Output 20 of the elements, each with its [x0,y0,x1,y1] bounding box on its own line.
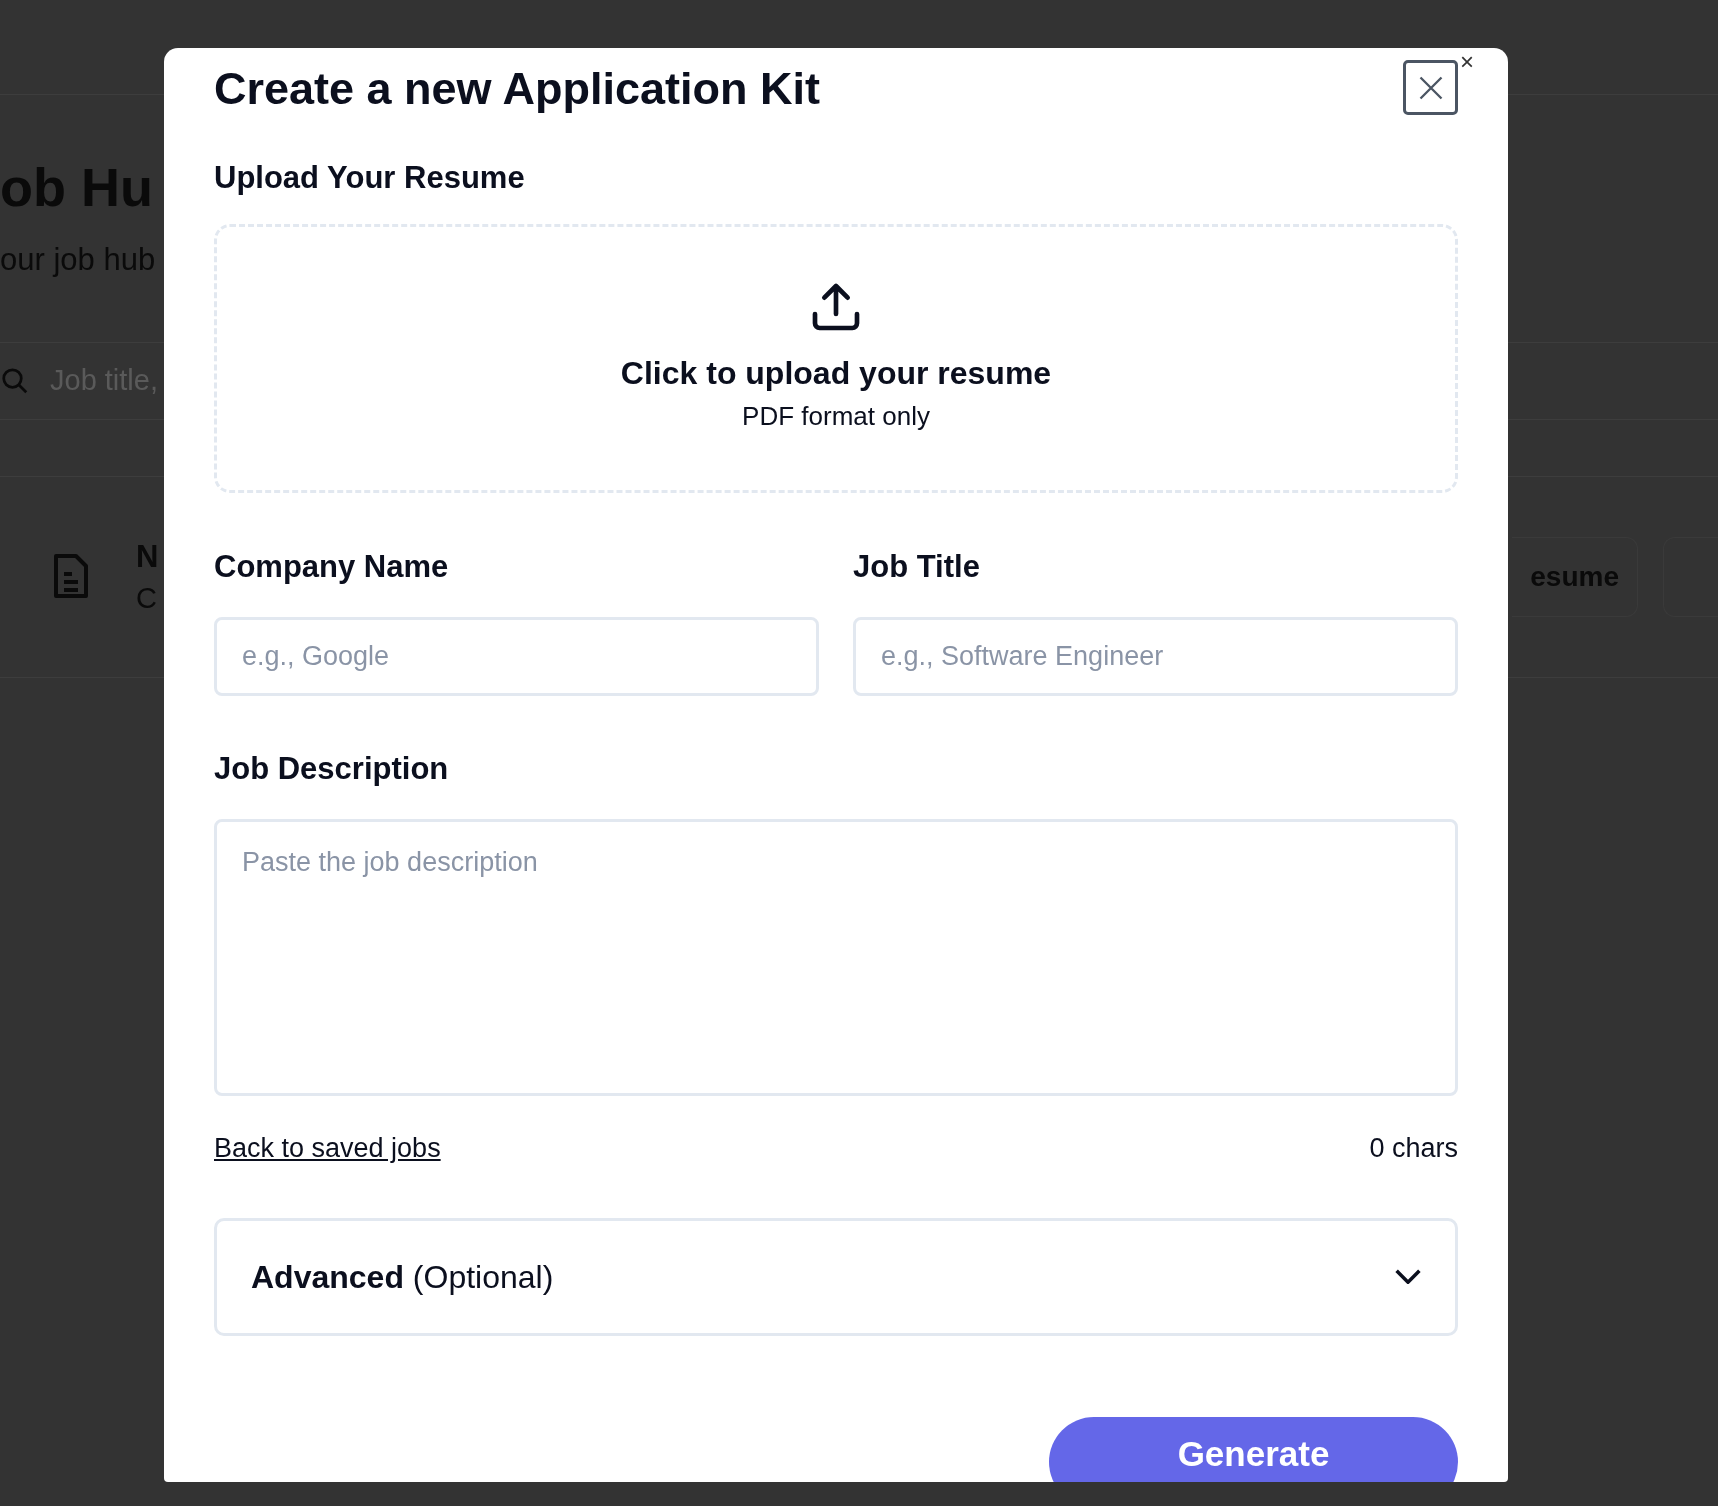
generate-button[interactable]: Generate [1049,1416,1458,1482]
input-field[interactable]: e.g., Software Engineer [853,617,1458,696]
search-icon [0,366,30,396]
dialog-title: Create a new Application Kit [214,62,820,116]
input-field[interactable]: e.g., Google [214,617,819,696]
close-button[interactable] [1403,60,1458,115]
field-label: Job Description [214,753,449,784]
description-field[interactable]: Paste the job description [214,819,1458,1096]
back-link[interactable]: Back to saved jobs [214,1128,441,1169]
section-heading: Upload Your Resume [214,162,525,193]
upload-dropzone[interactable]: Click to upload your resume PDF format only [214,224,1458,493]
document-icon [52,554,90,600]
chevron-icon [1395,1269,1421,1284]
char-count: 0 chars [1369,1132,1458,1165]
field-label: Job Title [853,551,980,582]
close-glyph[interactable]: × [1460,50,1474,74]
upload-prompt: Click to upload your resume [620,356,1052,389]
upload-hint: PDF format only [742,402,930,429]
field-label: Company Name [214,551,449,582]
advanced-toggle[interactable]: Advanced (Optional) [214,1217,1458,1336]
